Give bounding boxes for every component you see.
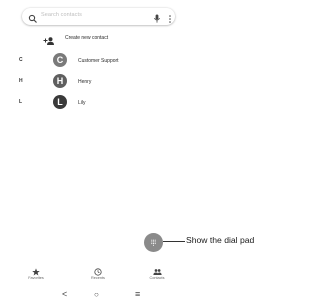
search-icon[interactable] [28,11,38,29]
section-letter: L [19,99,23,105]
contact-name: Henry [78,78,92,85]
tab-favorites[interactable]: Favorites [21,268,51,280]
more-options-icon[interactable] [168,11,172,29]
avatar: L [53,95,67,109]
star-icon [32,268,40,276]
tab-label: Contacts [149,276,165,280]
phone-screen: Search contacts Create new contact C C C… [15,0,182,301]
home-button[interactable]: ○ [94,290,99,299]
search-bar[interactable]: Search contacts [22,8,175,25]
contact-row-lily[interactable]: L L Lily [15,95,182,109]
contact-row-henry[interactable]: H H Henry [15,74,182,88]
tab-label: Recents [91,276,105,280]
callout-label: Show the dial pad [186,235,255,245]
contact-row-customer-support[interactable]: C C Customer Support [15,53,182,67]
microphone-icon[interactable] [153,11,161,29]
people-icon [152,269,162,275]
search-input[interactable]: Search contacts [41,12,82,18]
clock-icon [94,268,102,276]
callout-line [163,241,185,242]
dialpad-icon [151,239,156,246]
tab-recents[interactable]: Recents [83,268,113,280]
add-person-icon [43,33,55,51]
contact-name: Lily [78,99,86,106]
section-letter: C [19,57,23,63]
avatar: H [53,74,67,88]
section-letter: H [19,78,23,84]
avatar: C [53,53,67,67]
dial-pad-button[interactable] [144,233,163,252]
tab-contacts[interactable]: Contacts [142,268,172,280]
recent-apps-button[interactable]: ≡ [135,289,140,299]
back-button[interactable]: < [62,289,67,299]
contact-name: Customer Support [78,57,119,64]
create-new-contact-label: Create new contact [65,35,109,41]
tab-label: Favorites [28,276,44,280]
